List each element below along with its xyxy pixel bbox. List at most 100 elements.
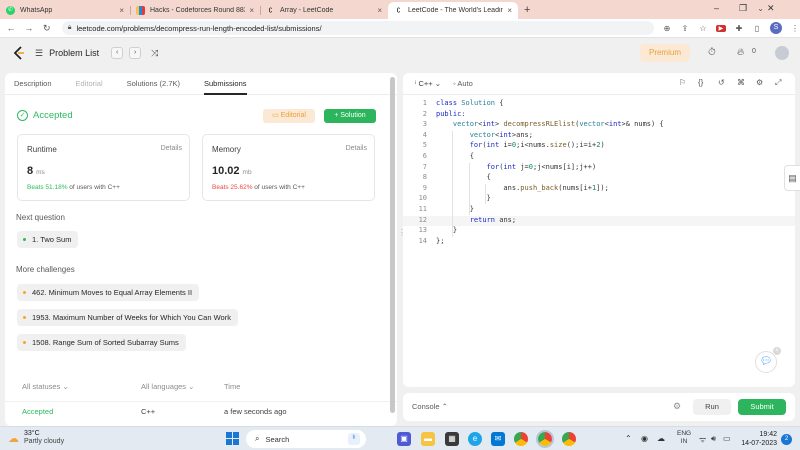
maximize-icon[interactable]: ❐ (739, 3, 747, 14)
challenge-chip[interactable]: 462. Minimum Moves to Equal Array Elemen… (17, 284, 200, 301)
shuffle-icon[interactable]: ⤨ (151, 48, 158, 59)
tab-search-chevron-icon[interactable]: ⌄ (757, 4, 764, 13)
profile-avatar[interactable]: S (769, 22, 782, 34)
taskbar-search[interactable]: ⌕ Search ᵇ (246, 430, 366, 448)
browser-menu-icon[interactable]: ⋮ (790, 24, 800, 33)
run-button[interactable]: Run (693, 399, 731, 415)
post-solution-button[interactable]: + Solution (324, 109, 376, 123)
code-line[interactable]: 13 } (403, 226, 795, 237)
fullscreen-icon[interactable]: ⤢ (775, 78, 781, 88)
edge-icon[interactable]: e (468, 432, 482, 446)
bookmark-icon[interactable]: ⚐ (679, 78, 686, 87)
problem-list-link[interactable]: Problem List (49, 48, 99, 58)
code-line[interactable]: 8 { (403, 173, 795, 184)
code-line[interactable]: 14}; (403, 237, 795, 248)
leetcode-logo-icon[interactable] (12, 46, 26, 60)
close-tab-icon[interactable]: × (507, 6, 512, 15)
user-avatar[interactable] (775, 46, 789, 60)
teams-icon[interactable]: ▣ (397, 432, 411, 446)
reset-icon[interactable]: ↺ (718, 78, 725, 87)
weather-widget[interactable]: ☁ 33°C Partly cloudy (8, 430, 64, 446)
browser-tab-codeforces[interactable]: Hacks - Codeforces Round 883 ( × (130, 2, 260, 19)
editorial-button[interactable]: ▭ Editorial (263, 109, 315, 123)
chrome-active-icon[interactable] (536, 430, 554, 448)
scrollbar-thumb[interactable] (390, 77, 395, 413)
tab-submissions[interactable]: Submissions (204, 73, 247, 95)
code-line[interactable]: 2 public: (403, 110, 795, 121)
code-text[interactable]: vector<int> decompressRLElist(vector<int… (436, 120, 664, 128)
code-text[interactable]: vector<int>ans; (436, 131, 533, 139)
language-select[interactable]: ⁱ C++ ⌄ (415, 79, 441, 88)
console-settings-icon[interactable]: ⚙ (673, 401, 681, 412)
browser-tab-whatsapp[interactable]: ✆ WhatsApp × (0, 2, 130, 19)
new-tab-button[interactable]: + (524, 2, 530, 19)
onedrive-cloud-icon[interactable]: ☁ (657, 434, 665, 443)
close-tab-icon[interactable]: × (119, 6, 124, 15)
code-text[interactable]: { (436, 152, 474, 160)
code-text[interactable]: public: (436, 110, 466, 118)
url-field[interactable]: 🔒︎ leetcode.com/problems/decompress-run-… (61, 21, 654, 35)
premium-button[interactable]: Premium (640, 44, 690, 62)
submission-row[interactable]: Accepted C++ a few seconds ago (5, 401, 397, 419)
language-indicator[interactable]: ENG IN (677, 430, 691, 446)
close-window-icon[interactable]: ✕ (767, 3, 775, 14)
code-text[interactable]: } (436, 226, 457, 234)
code-line[interactable]: 1 class Solution { (403, 99, 795, 110)
code-text[interactable]: ans.push_back(nums[i+1]); (436, 184, 608, 192)
code-line[interactable]: 4 vector<int>ans; (403, 131, 795, 142)
tray-chevron-up-icon[interactable]: ⌃ (625, 434, 632, 443)
back-icon[interactable]: ← (4, 23, 18, 33)
mail-icon[interactable]: ✉ (491, 432, 505, 446)
code-area[interactable]: 1 class Solution {2 public: 3 vector<int> d… (403, 99, 795, 247)
code-text[interactable]: for(int i=0;i<nums.size();i=i+2) (436, 141, 605, 149)
close-tab-icon[interactable]: × (249, 6, 254, 15)
volume-icon[interactable]: 🔊︎ (711, 434, 716, 444)
store-icon[interactable]: ▦ (445, 432, 459, 446)
language-filter[interactable]: All languages ⌄ (141, 382, 194, 391)
code-text[interactable]: for(int j=0;j<nums[i];j++) (436, 163, 597, 171)
notification-badge[interactable]: 2 (781, 434, 792, 445)
shortcut-icon[interactable]: ⌘ (737, 78, 745, 87)
zoom-icon[interactable]: ⊕ (662, 24, 672, 33)
code-text[interactable]: { (436, 173, 491, 181)
fire-icon[interactable]: 🔥︎ (737, 47, 744, 58)
next-problem-button[interactable]: › (129, 47, 142, 59)
code-line[interactable]: 11 } (403, 205, 795, 216)
next-question-chip[interactable]: 1. Two Sum (17, 231, 79, 248)
code-line[interactable]: 9 ans.push_back(nums[i+1]); (403, 184, 795, 195)
close-tab-icon[interactable]: × (377, 6, 382, 15)
code-text[interactable]: return ans; (436, 216, 516, 224)
settings-gear-icon[interactable]: ⚙ (756, 78, 763, 87)
code-line[interactable]: 3 vector<int> decompressRLElist(vector<i… (403, 120, 795, 131)
code-text[interactable]: class Solution { (436, 99, 503, 107)
minimize-icon[interactable]: – (714, 3, 719, 13)
bookmark-star-icon[interactable]: ☆ (698, 24, 708, 33)
code-text[interactable]: } (436, 194, 491, 202)
auto-mode-toggle[interactable]: ◦ Auto (453, 79, 473, 88)
file-explorer-icon[interactable]: ▬ (421, 432, 435, 446)
memory-details-link[interactable]: Details (346, 145, 367, 152)
runtime-card[interactable]: Runtime Details 8 ms Beats 51.18% of user… (17, 134, 190, 201)
challenge-chip[interactable]: 1953. Maximum Number of Weeks for Which … (17, 309, 238, 326)
console-toggle[interactable]: Console ⌃ (412, 402, 448, 411)
chat-bubble-icon[interactable]: 💬︎ (755, 351, 777, 373)
reload-icon[interactable]: ↻ (40, 23, 54, 34)
code-text[interactable]: }; (436, 237, 444, 245)
browser-tab-array-leetcode[interactable]: ʗ Array - LeetCode × (260, 2, 388, 19)
browser-tab-leetcode-active[interactable]: ʗ LeetCode - The World's Leading × (388, 2, 518, 19)
code-line[interactable]: 7 for(int j=0;j<nums[i];j++) (403, 163, 795, 174)
share-icon[interactable]: ⇪ (680, 24, 690, 33)
forward-icon[interactable]: → (22, 23, 36, 33)
code-line[interactable]: 10 } (403, 194, 795, 205)
extensions-puzzle-icon[interactable]: ✚ (734, 24, 744, 33)
sidebar-icon[interactable]: ▯ (752, 24, 762, 33)
tab-description[interactable]: Description (14, 73, 52, 95)
runtime-details-link[interactable]: Details (161, 145, 182, 152)
code-line[interactable]: 5 for(int i=0;i<nums.size();i=i+2) (403, 141, 795, 152)
challenge-chip[interactable]: 1508. Range Sum of Sorted Subarray Sums (17, 334, 186, 351)
chrome-profile-icon[interactable] (562, 432, 576, 446)
row-status[interactable]: Accepted (22, 407, 53, 416)
status-filter[interactable]: All statuses ⌄ (22, 382, 69, 391)
prev-problem-button[interactable]: ‹ (111, 47, 124, 59)
problem-list-icon[interactable]: ☰ (35, 48, 43, 59)
